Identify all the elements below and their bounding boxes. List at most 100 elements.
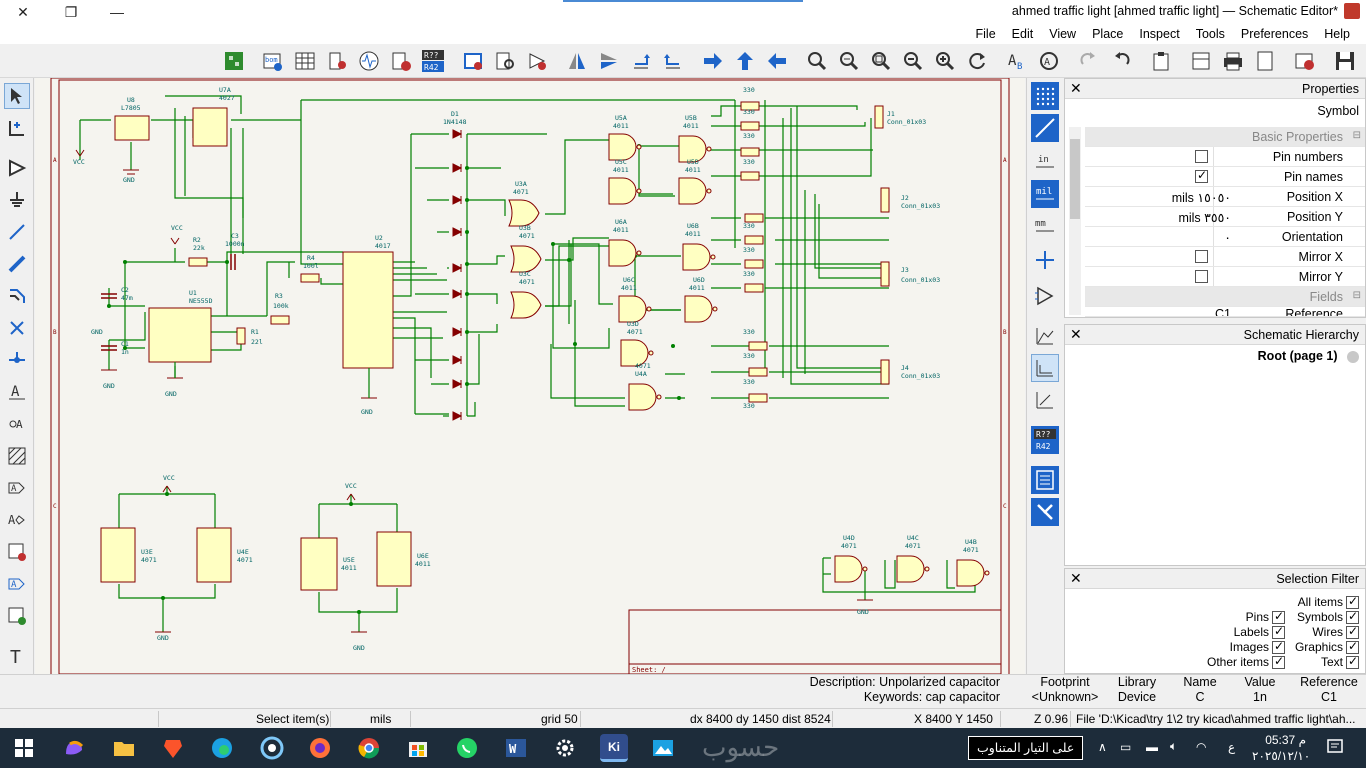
filter-wires[interactable]: Wires	[1312, 624, 1359, 640]
close-hierarchy-icon[interactable]: ✕	[1070, 326, 1082, 343]
copilot-icon[interactable]	[60, 734, 88, 762]
store-icon[interactable]	[404, 734, 432, 762]
filter-checkbox[interactable]	[1272, 624, 1285, 640]
add-text-icon[interactable]: T	[4, 643, 30, 669]
schematic-canvas[interactable]: A B C A B C Sheet: / U8 L7805 U7A 4027 V…	[35, 78, 1025, 674]
fields-table-icon[interactable]	[292, 48, 318, 74]
text-tool-icon[interactable]: AB	[1004, 48, 1030, 74]
schematic-label[interactable]: GND	[353, 644, 365, 652]
edge-browser-icon[interactable]	[208, 734, 236, 762]
undo-icon[interactable]	[1108, 48, 1134, 74]
collapse-icon[interactable]: ⊟	[1353, 290, 1361, 301]
diode-d10[interactable]	[452, 411, 463, 421]
schematic-label[interactable]: 330	[743, 270, 755, 278]
gate-u6d[interactable]	[684, 295, 713, 323]
add-sheet-icon[interactable]	[4, 539, 30, 565]
close-properties-icon[interactable]: ✕	[1070, 80, 1082, 97]
property-value[interactable]: ٠	[1111, 230, 1231, 245]
menu-tools[interactable]: Tools	[1188, 26, 1233, 42]
schematic-label[interactable]: 22l	[251, 338, 263, 346]
schematic-label[interactable]: U4D	[843, 534, 855, 542]
language-indicator[interactable]: ع	[1228, 740, 1235, 754]
filter-images[interactable]: Images	[1230, 639, 1285, 655]
property-checkbox[interactable]	[1195, 150, 1208, 163]
gate-u4d[interactable]	[834, 555, 863, 583]
schematic-label[interactable]: R2	[193, 236, 201, 244]
close-button[interactable]: ✕	[0, 0, 46, 24]
mils-units-icon[interactable]: mil	[1031, 180, 1059, 208]
windows-start-icon[interactable]	[10, 734, 38, 762]
mirror-v-icon[interactable]	[596, 48, 622, 74]
schematic-label[interactable]: 4071	[519, 232, 535, 240]
schematic-label[interactable]: 330	[743, 328, 755, 336]
brave-browser-icon[interactable]	[159, 734, 187, 762]
property-value[interactable]: mils ١٥٠٥٠	[1111, 190, 1231, 205]
schematic-label[interactable]: 4011	[683, 122, 699, 130]
schematic-label[interactable]: R4	[307, 254, 315, 262]
property-row[interactable]: Position X mils ١٥٠٥٠	[1085, 187, 1365, 207]
schematic-label[interactable]: U6A	[615, 218, 627, 226]
hidden-pins-icon[interactable]	[1031, 282, 1059, 310]
ai-app-icon[interactable]	[258, 734, 286, 762]
schematic-label[interactable]: R1	[251, 328, 259, 336]
erc-icon[interactable]	[388, 48, 414, 74]
schematic-label[interactable]: D1	[451, 110, 459, 118]
zoom-objects-icon[interactable]	[868, 48, 894, 74]
pcb-editor-icon[interactable]	[221, 48, 247, 74]
close-selection-filter-icon[interactable]: ✕	[1070, 570, 1082, 587]
junction-icon[interactable]	[4, 347, 30, 373]
schematic-label[interactable]: L7805	[121, 104, 141, 112]
bus-entry-icon[interactable]	[4, 283, 30, 309]
schematic-label[interactable]: GND	[91, 328, 103, 336]
find-icon[interactable]: A	[1036, 48, 1062, 74]
filter-checkbox[interactable]	[1346, 624, 1359, 640]
file-explorer-icon[interactable]	[110, 734, 138, 762]
schematic-label[interactable]: 4011	[613, 122, 629, 130]
schematic-label[interactable]: Conn_01x03	[901, 372, 940, 380]
schematic-label[interactable]: 22k	[193, 244, 205, 252]
schematic-label[interactable]: U8	[127, 96, 135, 104]
inches-units-icon[interactable]: in	[1031, 148, 1059, 176]
schematic-label[interactable]: NE555D	[189, 297, 213, 305]
schematic-label[interactable]: 4071	[513, 188, 529, 196]
schematic-label[interactable]: J1	[887, 110, 895, 118]
sheet-pin-icon[interactable]: A	[4, 571, 30, 597]
schematic-label[interactable]: 4017	[375, 242, 391, 250]
schematic-label[interactable]: C2	[121, 286, 129, 294]
print-icon[interactable]	[1220, 48, 1246, 74]
menu-file[interactable]: File	[968, 26, 1004, 42]
schematic-label[interactable]: 330	[743, 352, 755, 360]
schematic-label[interactable]: VCC	[345, 482, 357, 490]
property-row[interactable]: Orientation ٠	[1085, 227, 1365, 247]
schematic-label[interactable]: 4011	[341, 564, 357, 572]
no-connect-icon[interactable]	[4, 315, 30, 341]
annotate-icon[interactable]: R?? R42	[420, 48, 446, 74]
schematic-label[interactable]: U7A	[219, 86, 231, 94]
filter-checkbox[interactable]	[1346, 654, 1359, 670]
filter-graphics[interactable]: Graphics	[1295, 639, 1359, 655]
diode-d6[interactable]	[452, 289, 463, 299]
mirror-h-icon[interactable]	[564, 48, 590, 74]
schematic-label[interactable]: VCC	[171, 224, 183, 232]
property-row[interactable]: Position Y mils ٣٥٥٠	[1085, 207, 1365, 227]
property-checkbox[interactable]	[1195, 250, 1208, 263]
schematic-label[interactable]: U1	[189, 289, 197, 297]
grid-dots-icon[interactable]	[1031, 82, 1059, 110]
schematic-label[interactable]: 4071	[635, 362, 651, 370]
add-power-icon[interactable]	[4, 187, 30, 213]
hierarchy-root-item[interactable]: Root (page 1)	[1258, 349, 1359, 363]
schematic-label[interactable]: 4071	[237, 556, 253, 564]
schematic-label[interactable]: U5E	[343, 556, 355, 564]
menu-edit[interactable]: Edit	[1004, 26, 1042, 42]
diode-d9[interactable]	[452, 379, 463, 389]
schematic-label[interactable]: R3	[275, 292, 283, 300]
menu-place[interactable]: Place	[1084, 26, 1131, 42]
gate-u5c[interactable]	[608, 177, 637, 205]
schematic-label[interactable]: 330	[743, 108, 755, 116]
import-sheet-icon[interactable]	[4, 603, 30, 629]
gate-u5a[interactable]	[608, 133, 637, 161]
schematic-label[interactable]: U5C	[615, 158, 627, 166]
schematic-label[interactable]: 4011	[415, 560, 431, 568]
schematic-label[interactable]: 4011	[689, 284, 705, 292]
schematic-label[interactable]: U6B	[687, 222, 699, 230]
